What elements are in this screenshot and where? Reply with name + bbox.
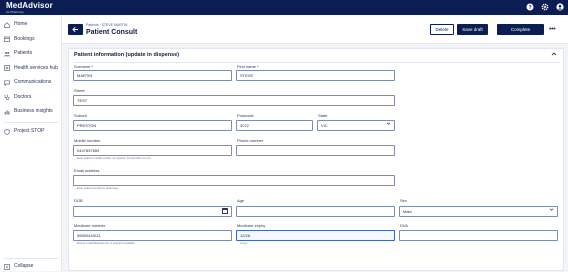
street-input[interactable]: TEST	[73, 95, 395, 106]
card-divider	[74, 62, 560, 63]
user-circle-icon[interactable]	[556, 3, 564, 11]
save-draft-button[interactable]: Save draft	[457, 24, 488, 35]
email-label: Email address	[74, 168, 100, 173]
mobile-input[interactable]: 0447837659	[73, 145, 232, 156]
back-button[interactable]	[68, 24, 83, 35]
sidebar-item-project-stop[interactable]: Project STOP	[4, 127, 44, 136]
mobile-label: Mobile number	[74, 138, 101, 143]
sidebar-item-label: Communications	[14, 79, 52, 85]
medicare-expiry-input[interactable]: 12/28	[236, 230, 395, 241]
medicare-number-hint: Ensure a valid Medicare No. is entered i…	[77, 242, 135, 245]
email-input[interactable]	[73, 175, 395, 186]
sidebar-item-patients[interactable]: Patients	[4, 49, 32, 58]
patient-information-card: Patient information (update in dispense)…	[68, 48, 564, 271]
dva-input[interactable]	[399, 230, 558, 241]
sidebar: Home Bookings Patients Health services h…	[0, 15, 62, 271]
sex-value: Male	[403, 209, 412, 214]
sidebar-item-label: Business insights	[14, 108, 53, 114]
postcode-input[interactable]: 3072	[236, 120, 313, 131]
dob-input[interactable]	[73, 206, 232, 217]
calendar-icon	[4, 36, 10, 42]
suburb-input[interactable]: PRESTON	[73, 120, 232, 131]
medicare-number-label: Medicare number	[74, 223, 106, 228]
app-logo-subtitle: for Pharmacy	[6, 9, 24, 14]
complete-button[interactable]: Complete	[497, 24, 544, 35]
gear-icon[interactable]	[541, 3, 549, 11]
home-icon	[4, 21, 10, 28]
sidebar-item-label: Bookings	[14, 35, 35, 42]
sidebar-item-home[interactable]: Home	[4, 20, 27, 29]
chevron-down-icon	[549, 207, 554, 216]
svg-text:?: ?	[528, 5, 531, 11]
sidebar-item-doctors[interactable]: Doctors	[4, 93, 31, 102]
mobile-hint: Enter patient's mobile number (no spaces…	[77, 157, 151, 160]
stethoscope-icon	[4, 94, 10, 100]
sidebar-divider	[4, 258, 58, 259]
section-title: Patient information (update in dispense)	[74, 52, 180, 58]
sidebar-item-label: Doctors	[14, 93, 32, 100]
calendar-icon[interactable]	[222, 208, 228, 214]
state-label: State	[318, 113, 328, 118]
surname-input[interactable]: MARTIN	[73, 70, 232, 81]
sex-label: Sex	[400, 198, 407, 203]
dob-label: DOB	[74, 198, 83, 203]
more-options-button[interactable]: •••	[549, 24, 556, 35]
first-name-label: First name *	[237, 64, 259, 69]
delete-button[interactable]: Delete	[430, 24, 454, 35]
chat-icon	[4, 79, 10, 86]
sidebar-item-label: Patients	[14, 50, 33, 56]
medicare-expiry-label: Medicare expiry	[237, 223, 266, 228]
top-bar: MedAdvisor for Pharmacy ?	[0, 0, 568, 15]
surname-label: Surname *	[74, 64, 93, 69]
sidebar-item-label: Health services hub	[14, 64, 58, 71]
sex-select[interactable]: Male	[399, 206, 558, 217]
state-select[interactable]: VIC	[317, 120, 395, 131]
sidebar-item-label: Project STOP	[14, 128, 45, 134]
email-hint: Enter patient's Email (for pharmacy)	[77, 187, 119, 190]
page-header: Patients / STEVE MARTIN Patient Consult …	[62, 15, 568, 44]
chart-icon	[4, 109, 10, 115]
help-circle-icon[interactable]: ?	[526, 3, 534, 11]
breadcrumb[interactable]: Patients / STEVE MARTIN	[86, 23, 127, 27]
first-name-input[interactable]: STEVE	[236, 70, 395, 81]
phone-input[interactable]	[236, 145, 395, 156]
age-input[interactable]	[236, 206, 395, 217]
age-label: Age	[237, 198, 245, 203]
medicare-expiry-hint: mm/yy	[240, 242, 248, 245]
sidebar-item-health-services-hub[interactable]: Health services hub	[4, 64, 58, 73]
dva-label: DVA	[400, 223, 408, 228]
suburb-label: Suburb	[74, 113, 87, 118]
health-icon	[4, 65, 10, 71]
sidebar-item-bookings[interactable]: Bookings	[4, 35, 35, 44]
shield-icon	[4, 128, 10, 135]
collapse-icon	[4, 263, 10, 270]
chevron-up-icon[interactable]	[551, 51, 557, 59]
medicare-number-input[interactable]: 55550445111	[73, 230, 232, 241]
page-title: Patient Consult	[86, 29, 138, 36]
phone-label: Phone number	[237, 138, 264, 143]
collapse-button[interactable]: Collapse	[4, 262, 33, 271]
people-icon	[4, 51, 11, 57]
chevron-down-icon	[386, 121, 391, 130]
sidebar-item-label: Home	[14, 21, 28, 27]
sidebar-item-communications[interactable]: Communications	[4, 78, 51, 87]
arrow-left-icon	[72, 26, 78, 33]
postcode-label: Postcode	[237, 113, 254, 118]
sidebar-divider	[4, 122, 58, 123]
collapse-label: Collapse	[14, 263, 34, 269]
sidebar-item-business-insights[interactable]: Business insights	[4, 107, 53, 116]
street-label: Street	[74, 88, 85, 93]
state-value: VIC	[321, 123, 328, 128]
